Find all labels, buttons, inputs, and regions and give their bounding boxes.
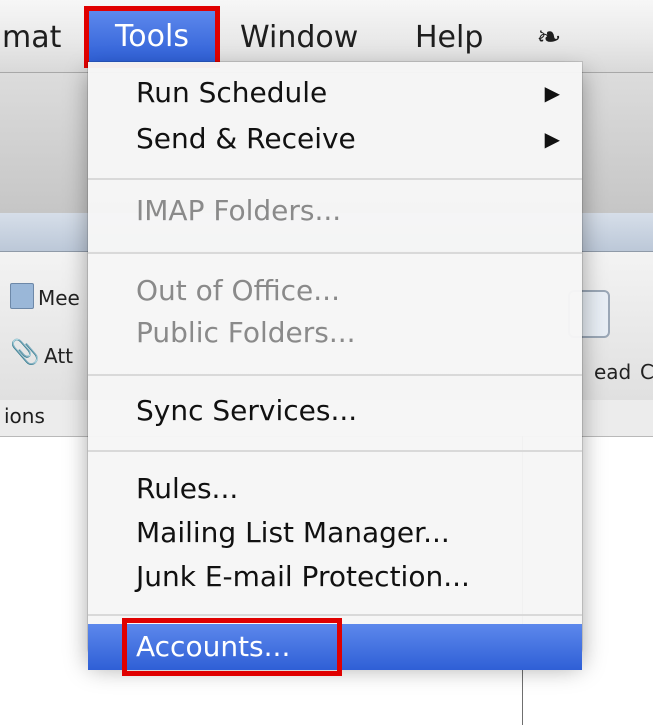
- menu-item-label: Run Schedule: [136, 76, 328, 109]
- menu-item-label: Out of Office...: [136, 274, 340, 307]
- ribbon-meeting-label[interactable]: Mee: [38, 286, 80, 310]
- menu-format[interactable]: mat: [2, 0, 61, 72]
- menu-item-label: Junk E-mail Protection...: [136, 560, 470, 593]
- menu-item-label: Public Folders...: [136, 316, 356, 349]
- menu-item-accounts[interactable]: Accounts...: [88, 622, 582, 672]
- submenu-arrow-icon: ▶: [544, 127, 560, 151]
- menu-item-run-schedule[interactable]: Run Schedule ▶: [88, 70, 582, 116]
- menu-item-rules[interactable]: Rules...: [88, 466, 582, 512]
- menu-separator: [88, 374, 582, 376]
- menu-item-junk-protection[interactable]: Junk E-mail Protection...: [88, 554, 582, 600]
- ribbon-attach-label[interactable]: Att: [44, 344, 73, 368]
- menu-separator: [88, 450, 582, 452]
- ribbon-read-label[interactable]: ead: [594, 360, 631, 384]
- submenu-arrow-icon: ▶: [544, 81, 560, 105]
- menu-item-label: Sync Services...: [136, 394, 358, 427]
- paperclip-icon[interactable]: 📎: [10, 338, 40, 366]
- menu-item-label: Accounts...: [136, 630, 291, 663]
- tools-menu: Run Schedule ▶ Send & Receive ▶ IMAP Fol…: [88, 62, 582, 672]
- menu-separator: [88, 614, 582, 616]
- menu-item-label: IMAP Folders...: [136, 194, 342, 227]
- menu-item-sync-services[interactable]: Sync Services...: [88, 388, 582, 434]
- ribbon-edge-label: C: [640, 360, 653, 384]
- menu-item-public-folders[interactable]: Public Folders...: [88, 310, 582, 356]
- options-tab[interactable]: ions: [4, 404, 45, 428]
- meeting-icon[interactable]: [10, 283, 34, 309]
- menu-item-label: Mailing List Manager...: [136, 516, 450, 549]
- menu-item-label: Send & Receive: [136, 122, 356, 155]
- menu-item-mailing-list-manager[interactable]: Mailing List Manager...: [88, 510, 582, 556]
- menu-item-imap-folders[interactable]: IMAP Folders...: [88, 188, 582, 234]
- menu-item-out-of-office[interactable]: Out of Office...: [88, 268, 582, 314]
- menu-tools[interactable]: Tools: [88, 10, 216, 64]
- menu-item-label: Rules...: [136, 472, 239, 505]
- menu-item-send-receive[interactable]: Send & Receive ▶: [88, 116, 582, 162]
- menu-separator: [88, 252, 582, 254]
- menu-separator: [88, 178, 582, 180]
